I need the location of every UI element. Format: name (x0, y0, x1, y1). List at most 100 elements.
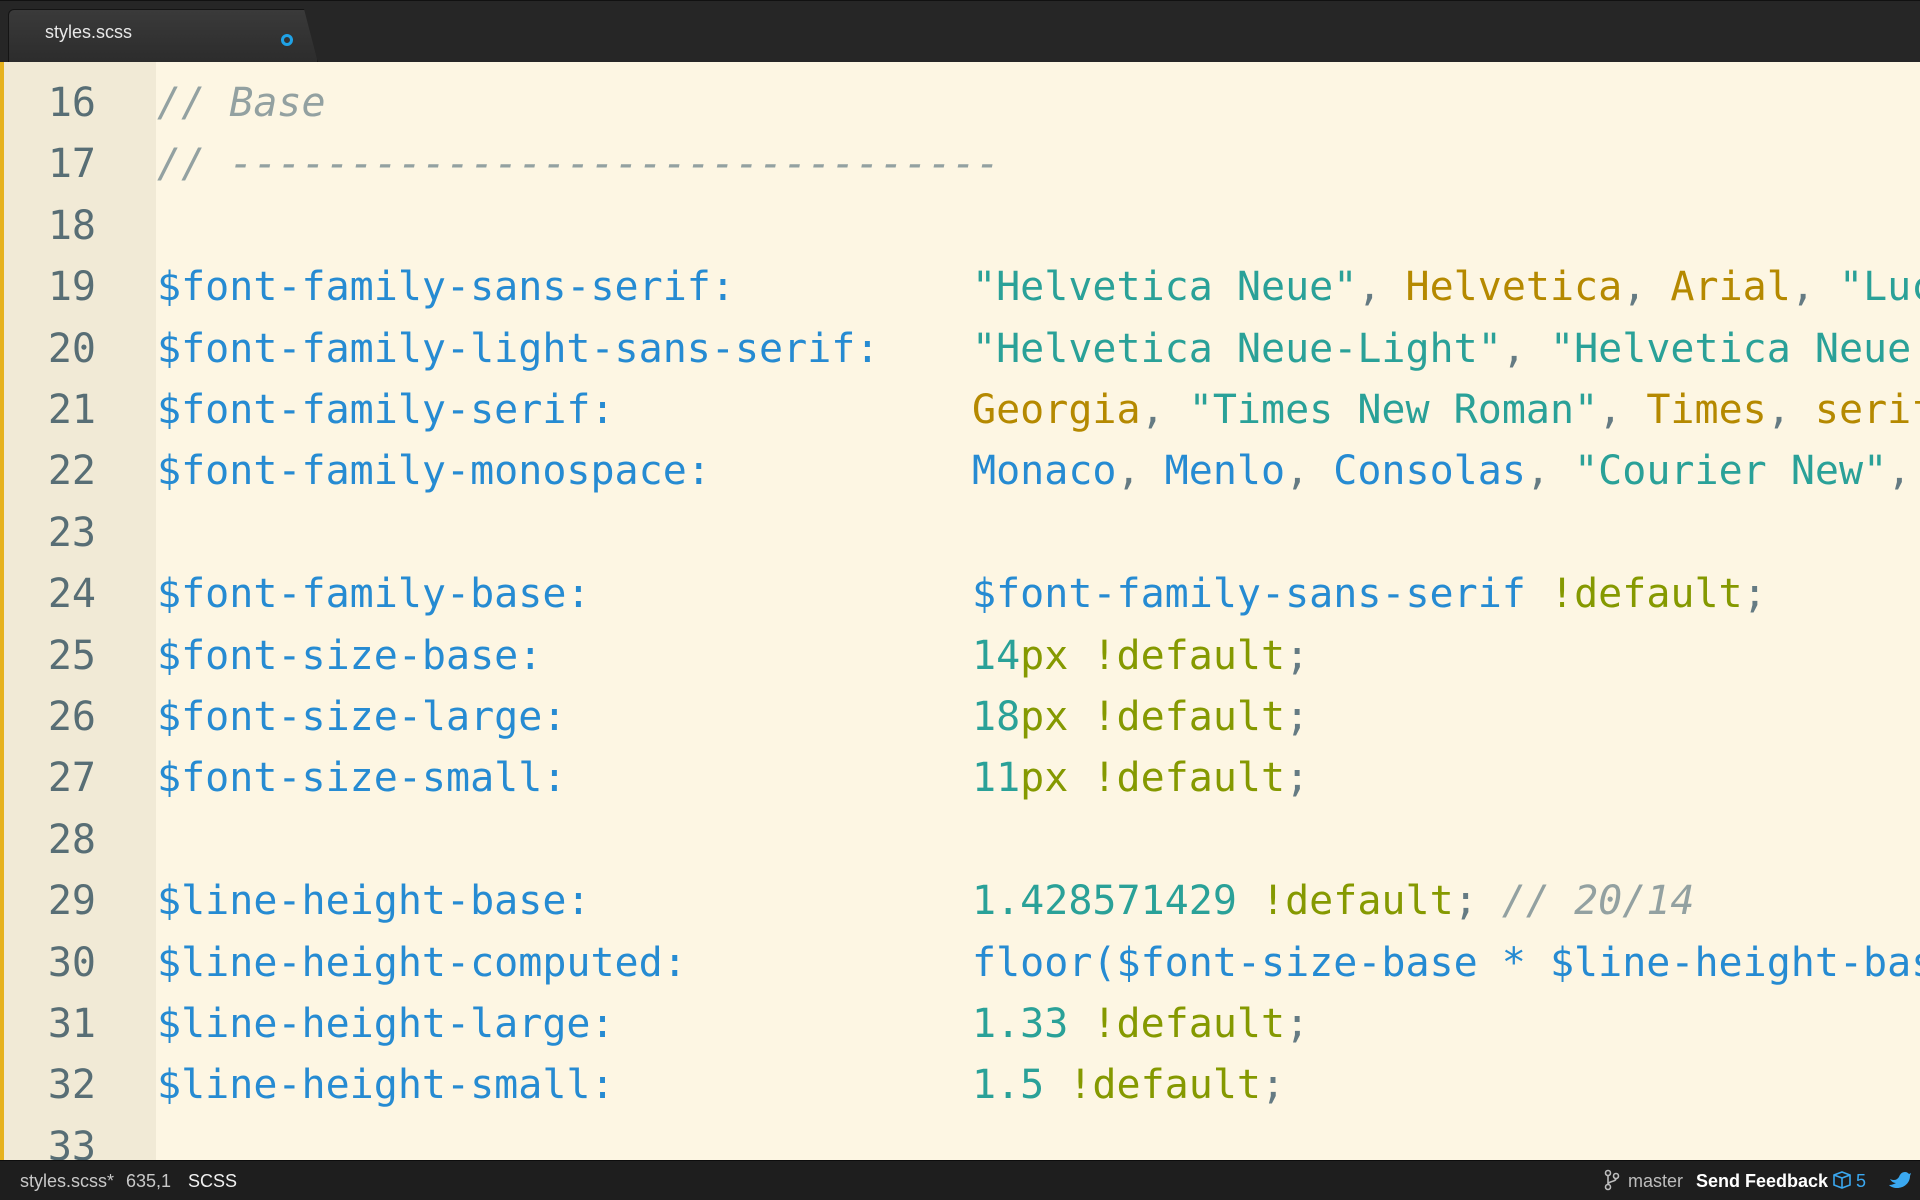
code-token: , (1790, 264, 1839, 311)
line-number: 20 (47, 325, 96, 372)
code-line[interactable]: 26 $font-size-large: 18px !default; (0, 687, 1920, 748)
code-line[interactable]: 23 (0, 503, 1920, 564)
code-key: $line-height-computed: (157, 933, 687, 994)
tab-styles-scss[interactable]: styles.scss (8, 9, 318, 63)
code-token: // 20/14 (1501, 878, 1695, 925)
package-icon[interactable] (1832, 1170, 1852, 1195)
code-key: $font-family-serif: (157, 380, 615, 441)
code-line[interactable]: 32 $line-height-small: 1.5 !default; (0, 1055, 1920, 1116)
code-token: Times (1646, 387, 1767, 433)
code-token: Consolas (1333, 448, 1526, 495)
code-key: $font-size-base: (157, 626, 542, 687)
status-file-name: styles.scss* (20, 1171, 115, 1191)
code-line[interactable]: 18 (0, 196, 1920, 257)
code-line[interactable]: 30 $line-height-computed: floor($font-size… (0, 933, 1920, 994)
line-number: 23 (47, 509, 96, 556)
code-token: serif (1814, 387, 1920, 433)
code-token: ; (1742, 571, 1767, 618)
code-value: 1.33 !default; (972, 994, 1309, 1055)
code-key: $line-height-small: (157, 1055, 615, 1116)
code-token: $font-size-large: (157, 694, 567, 740)
code-line[interactable]: 22 $font-family-monospace: Monaco, Menlo, … (0, 441, 1920, 502)
code-key: $font-family-sans-serif: (157, 257, 735, 318)
code-line[interactable]: 28 (0, 810, 1920, 871)
code-token: , (1501, 325, 1550, 372)
code-line[interactable]: 25 $font-size-base: 14px !default; (0, 626, 1920, 687)
line-number: 21 (47, 387, 96, 433)
code-token: ; (1261, 1062, 1286, 1109)
line-number: 31 (47, 1001, 96, 1047)
code-line[interactable]: 29 $line-height-base: 1.428571429 !default… (0, 871, 1920, 932)
code-value: 18px !default; (972, 687, 1309, 748)
code-line[interactable]: 33 (0, 1117, 1920, 1160)
line-number: 27 (47, 755, 96, 802)
code-line[interactable]: 19 $font-family-sans-serif: "Helvetica Neu… (0, 257, 1920, 318)
code-token: $line-height-base: (157, 878, 591, 925)
status-cursor-position[interactable]: 635,1 (126, 1171, 171, 1192)
code-token: $font-size-base: (157, 632, 543, 679)
code-value: "Helvetica Neue", Helvetica, Arial, "Luc (972, 257, 1920, 318)
code-key: $line-height-base: (157, 871, 590, 932)
code-token: , (1622, 264, 1671, 311)
code-token: "Helvetica Neue" (972, 264, 1358, 311)
tab-label: styles.scss (45, 22, 133, 42)
code-key: // -------------------------------- (157, 134, 1000, 195)
code-token: px !default (1020, 694, 1286, 740)
line-number: 18 (47, 202, 96, 249)
code-line[interactable]: 17 // -------------------------------- (0, 134, 1920, 195)
code-token: 11 (972, 755, 1021, 802)
line-number: 22 (47, 448, 96, 495)
bird-icon[interactable] (1888, 1169, 1912, 1196)
code-key: $font-family-light-sans-serif: (157, 319, 879, 380)
line-number: 17 (47, 141, 96, 188)
code-editor[interactable]: 16 // Base 17 // --------------------------… (0, 62, 1920, 1160)
code-line[interactable]: 31 $line-height-large: 1.33 !default; (0, 994, 1920, 1055)
code-token: , (1598, 387, 1647, 433)
code-token: 14 (972, 632, 1021, 679)
status-syntax[interactable]: SCSS (188, 1171, 237, 1192)
code-token: Monaco (972, 448, 1117, 495)
tab-dirty-indicator-icon[interactable] (281, 34, 293, 46)
code-token: ; (1285, 755, 1310, 802)
code-token: $font-family-light-sans-serif: (157, 325, 880, 372)
code-value: $font-family-sans-serif !default; (972, 564, 1767, 625)
code-token: "Luc (1839, 264, 1920, 311)
code-token: , (1525, 448, 1575, 495)
code-token: 1.5 (972, 1062, 1045, 1109)
code-token: , (1140, 387, 1189, 433)
code-token: Georgia (972, 387, 1141, 433)
status-git-branch[interactable]: master (1628, 1171, 1683, 1192)
line-number: 30 (47, 939, 96, 986)
code-value: 1.5 !default; (972, 1055, 1285, 1116)
line-number: 24 (47, 571, 96, 618)
code-token: Helvetica (1405, 264, 1623, 311)
code-key: $line-height-large: (157, 994, 615, 1055)
code-token: "Helvetica Neue-Light" (972, 325, 1502, 372)
code-token: $line-height-computed: (157, 939, 687, 986)
line-number: 32 (47, 1062, 96, 1109)
code-line[interactable]: 27 $font-size-small: 11px !default; (0, 748, 1920, 809)
code-key: $font-size-small: (157, 748, 566, 809)
code-line[interactable]: 16 // Base (0, 73, 1920, 134)
code-key: $font-family-monospace: (157, 441, 711, 502)
code-token: ; (1453, 878, 1502, 925)
code-token: , (1887, 448, 1912, 495)
code-value: "Helvetica Neue-Light", "Helvetica Neue (972, 319, 1911, 380)
code-line[interactable]: 21 $font-family-serif: Georgia, "Times New… (0, 380, 1920, 441)
package-update-count[interactable]: 5 (1856, 1171, 1866, 1192)
code-token: 18 (972, 694, 1021, 740)
code-token: "Times New Roman" (1188, 387, 1599, 433)
code-token: Arial (1670, 264, 1791, 311)
code-token: // Base (157, 80, 326, 126)
code-token: 1.33 (972, 1001, 1069, 1047)
code-token: ; (1285, 1001, 1310, 1047)
send-feedback-button[interactable]: Send Feedback (1696, 1171, 1828, 1192)
code-line[interactable]: 20 $font-family-light-sans-serif: "Helveti… (0, 319, 1920, 380)
code-value: Georgia, "Times New Roman", Times, serif (972, 380, 1920, 441)
code-token: , (1116, 448, 1165, 495)
line-number: 33 (47, 1123, 96, 1160)
code-line[interactable]: 24 $font-family-base: $font-family-sans-se… (0, 564, 1920, 625)
